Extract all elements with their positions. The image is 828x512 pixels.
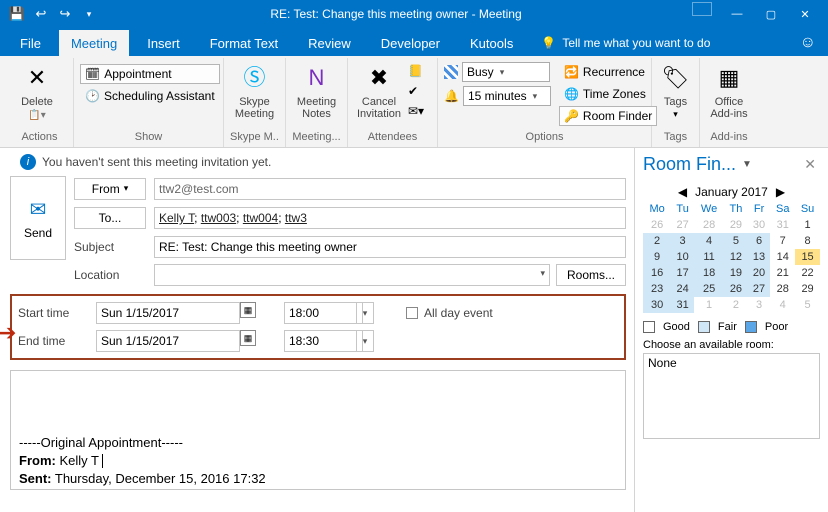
room-icon: 🔑 xyxy=(564,109,579,123)
close-button[interactable]: ✕ xyxy=(788,2,822,26)
tab-format-text[interactable]: Format Text xyxy=(198,30,290,56)
legend: Good Fair Poor xyxy=(635,315,828,339)
reminder-combo[interactable]: 15 minutes▾ xyxy=(463,86,551,106)
calendar-picker-icon[interactable]: ▦ xyxy=(240,302,256,318)
calendar-icon: 🗓 xyxy=(85,67,100,81)
start-date-field[interactable]: Sun 1/15/2017 xyxy=(96,302,240,324)
pane-close-button[interactable]: ✕ xyxy=(800,156,820,173)
end-date-field[interactable]: Sun 1/15/2017 xyxy=(96,330,240,352)
location-label: Location xyxy=(74,268,146,282)
tab-kutools[interactable]: Kutools xyxy=(458,30,525,56)
end-label: End time xyxy=(18,334,90,348)
callout-arrow-icon: ➔ xyxy=(0,320,16,346)
delete-icon: ✕ xyxy=(21,62,53,94)
scheduling-icon: 🕑 xyxy=(85,89,100,103)
address-book-icon[interactable]: 📒 xyxy=(408,64,424,78)
body-editor[interactable]: -----Original Appointment----- From: Kel… xyxy=(10,370,626,490)
check-names-icon[interactable]: ✔ xyxy=(408,84,424,98)
undo-icon[interactable]: ↩ xyxy=(30,3,52,25)
from-button[interactable]: From▾ xyxy=(74,178,146,200)
window-title: RE: Test: Change this meeting owner - Me… xyxy=(100,7,692,21)
addins-icon: ▦ xyxy=(713,62,745,94)
location-field[interactable]: ▾ xyxy=(154,264,550,286)
reminder-icon: 🔔 xyxy=(444,89,459,103)
to-field[interactable]: Kelly T; ttw003; ttw004; ttw3 xyxy=(154,207,626,229)
room-finder-button[interactable]: 🔑Room Finder xyxy=(559,106,657,126)
recurrence-icon: 🔁 xyxy=(564,65,579,79)
save-icon[interactable]: 💾 xyxy=(6,3,28,25)
prev-month-button[interactable]: ◀ xyxy=(678,185,687,199)
show-as-combo[interactable]: Busy▾ xyxy=(462,62,550,82)
onenote-icon: N xyxy=(301,62,333,94)
end-time-field[interactable]: 18:30 xyxy=(284,330,363,352)
swatch-good xyxy=(643,321,655,333)
dropdown-icon[interactable]: ▾ xyxy=(356,330,374,352)
tab-meeting[interactable]: Meeting xyxy=(59,30,129,56)
start-label: Start time xyxy=(18,306,90,320)
rooms-button[interactable]: Rooms... xyxy=(556,264,626,286)
send-icon: ✉ xyxy=(30,197,47,222)
room-list[interactable]: None xyxy=(643,353,820,439)
office-addins-button[interactable]: ▦ Office Add-ins xyxy=(706,60,752,120)
choose-room-label: Choose an available room: xyxy=(635,339,828,351)
response-options-icon[interactable]: ✉▾ xyxy=(408,104,424,118)
ribbon-tabbar: File Meeting Insert Format Text Review D… xyxy=(0,28,828,56)
tab-review[interactable]: Review xyxy=(296,30,363,56)
tags-button[interactable]: 🏷 Tags ▾ xyxy=(658,60,693,120)
qat-more-icon[interactable]: ▾ xyxy=(78,3,100,25)
info-icon: i xyxy=(20,154,36,170)
send-button[interactable]: ✉ Send xyxy=(10,176,66,260)
mini-calendar[interactable]: MoTuWeThFrSaSu 2627282930311 2345678 910… xyxy=(643,201,820,313)
tab-insert[interactable]: Insert xyxy=(135,30,192,56)
tell-me[interactable]: 💡Tell me what you want to do xyxy=(531,30,720,56)
group-actions: Actions xyxy=(12,131,67,147)
room-finder-pane: Room Fin... ▼ ✕ ◀ January 2017 ▶ MoTuWeT… xyxy=(634,148,828,512)
globe-icon: 🌐 xyxy=(564,87,579,101)
cancel-invitation-button[interactable]: ✖ Cancel Invitation xyxy=(354,60,404,120)
month-label: January 2017 xyxy=(695,185,768,199)
showas-icon xyxy=(444,65,458,79)
subject-label: Subject xyxy=(74,240,146,254)
skype-meeting-button[interactable]: Ⓢ Skype Meeting xyxy=(230,60,279,120)
skype-icon: Ⓢ xyxy=(239,62,271,94)
feedback-icon[interactable]: ☺ xyxy=(800,34,816,52)
chevron-down-icon[interactable]: ▼ xyxy=(742,159,752,170)
recurrence-button[interactable]: 🔁Recurrence xyxy=(559,62,657,82)
to-button[interactable]: To... xyxy=(74,207,146,229)
cancel-icon: ✖ xyxy=(363,62,395,94)
info-bar: i You haven't sent this meeting invitati… xyxy=(10,148,626,176)
ribbon-display-icon[interactable] xyxy=(692,2,712,16)
start-time-field[interactable]: 18:00 xyxy=(284,302,363,324)
subject-field[interactable]: RE: Test: Change this meeting owner xyxy=(154,236,626,258)
dropdown-icon[interactable]: ▾ xyxy=(356,302,374,324)
pane-title: Room Fin... xyxy=(643,154,736,175)
next-month-button[interactable]: ▶ xyxy=(776,185,785,199)
tab-file[interactable]: File xyxy=(8,30,53,56)
swatch-fair xyxy=(698,321,710,333)
scheduling-assistant-button[interactable]: 🕑Scheduling Assistant xyxy=(80,86,220,106)
time-zones-button[interactable]: 🌐Time Zones xyxy=(559,84,657,104)
minimize-button[interactable]: — xyxy=(720,2,754,26)
appointment-button[interactable]: 🗓Appointment xyxy=(80,64,220,84)
tags-icon: 🏷 xyxy=(660,62,692,94)
ribbon: ✕ Delete 📋▾ Actions 🗓Appointment 🕑Schedu… xyxy=(0,56,828,148)
lightbulb-icon: 💡 xyxy=(541,36,556,50)
calendar-picker-icon[interactable]: ▦ xyxy=(240,330,256,346)
datetime-box: Start time Sun 1/15/2017▦ 18:00▾ All day… xyxy=(10,294,626,360)
maximize-button[interactable]: ▢ xyxy=(754,2,788,26)
redo-icon[interactable]: ↪ xyxy=(54,3,76,25)
allday-checkbox[interactable] xyxy=(406,307,418,319)
meeting-notes-button[interactable]: N Meeting Notes xyxy=(292,60,341,120)
delete-button[interactable]: ✕ Delete 📋▾ xyxy=(12,60,62,121)
titlebar: 💾 ↩ ↪ ▾ RE: Test: Change this meeting ow… xyxy=(0,0,828,28)
group-show: Show xyxy=(80,131,217,147)
swatch-poor xyxy=(745,321,757,333)
from-field[interactable]: ttw2@test.com xyxy=(154,178,626,200)
tab-developer[interactable]: Developer xyxy=(369,30,452,56)
